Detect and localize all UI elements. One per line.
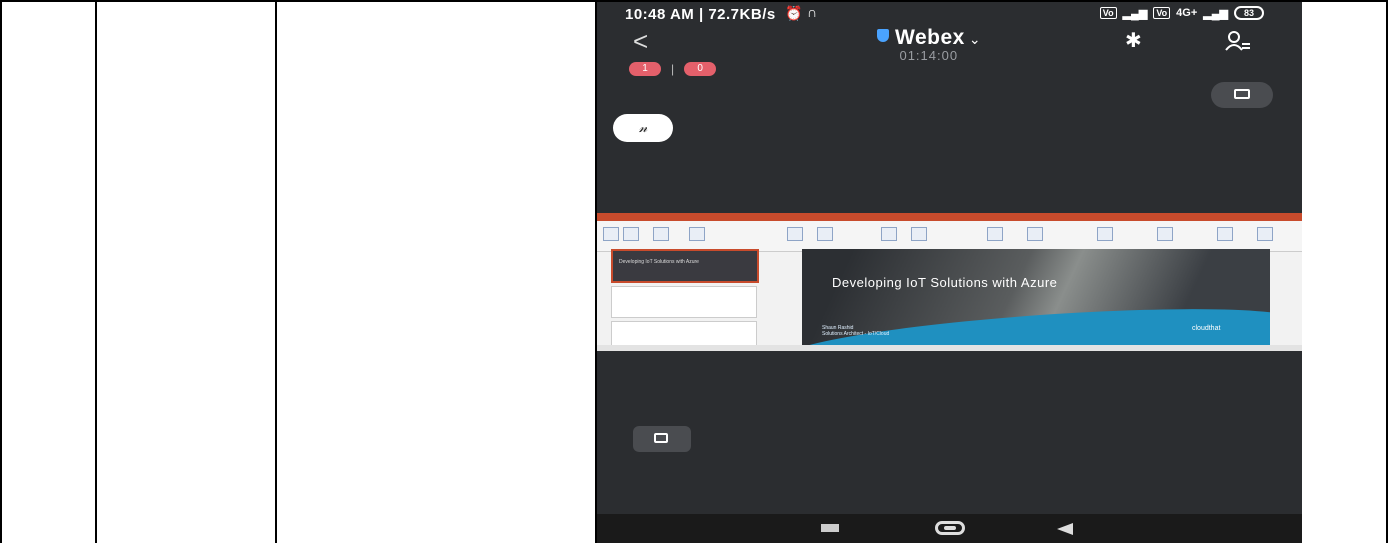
slide-thumb-2[interactable] (611, 286, 757, 318)
slide-thumb-1[interactable]: Developing IoT Solutions with Azure (611, 249, 759, 283)
share-screen-button[interactable] (633, 426, 691, 452)
slide-author: Shaun Rashid Solutions Architect - IoT/Cl… (822, 325, 890, 337)
audio-video-badges: 1 | 0 (629, 62, 717, 76)
status-time: 10:48 AM | 72.7KB/s (625, 6, 776, 23)
signal-icon-1: ▂▄▆ (1122, 7, 1148, 20)
app-title: Webex (895, 26, 965, 49)
status-right: Vo ▂▄▆ Vo 4G+ ▂▄▆ 83 (1099, 6, 1264, 20)
annotate-icon: 𝓃 (638, 120, 648, 136)
video-badge[interactable]: 0 (684, 62, 717, 76)
layout-button[interactable] (1211, 82, 1273, 108)
ppt-titlebar (597, 213, 1302, 221)
shared-screen: Developing IoT Solutions with Azure Deve… (597, 213, 1302, 351)
volte-badge-2: Vo (1153, 7, 1171, 19)
annotate-button[interactable]: 𝓃 (613, 114, 673, 142)
slide-logo: cloudthat (1192, 325, 1221, 332)
headset-icon: ∩ (807, 4, 818, 20)
bluetooth-icon[interactable]: ✱ (1125, 28, 1142, 53)
ppt-ribbon (597, 221, 1302, 252)
home-icon[interactable] (935, 521, 965, 535)
slide-title: Developing IoT Solutions with Azure (832, 275, 1058, 290)
battery-level: 83 (1233, 6, 1264, 20)
table-border-col0 (0, 0, 2, 543)
ppt-status-bar (597, 345, 1302, 351)
badge-separator: | (671, 62, 675, 76)
nav-back-icon[interactable] (1057, 523, 1073, 535)
meeting-timer: 01:14:00 (899, 48, 959, 63)
current-slide: Developing IoT Solutions with Azure Shau… (802, 249, 1270, 345)
participants-icon[interactable] (1225, 30, 1251, 52)
table-border-col2 (275, 0, 277, 543)
android-nav-bar (597, 514, 1302, 543)
signal-icon-2: ▂▄▆ (1203, 7, 1228, 20)
recent-apps-icon[interactable] (821, 524, 839, 532)
status-bar: 10:48 AM | 72.7KB/s ⏰ ∩ Vo ▂▄▆ Vo 4G+ ▂▄… (597, 2, 1302, 28)
meeting-header: < Webex ⌄ 01:14:00 ✱ (597, 26, 1302, 66)
shield-icon (877, 29, 889, 42)
back-icon[interactable]: < (633, 26, 648, 57)
lte-label: 4G+ (1176, 7, 1198, 19)
slide-thumbnails: Developing IoT Solutions with Azure (611, 249, 759, 351)
share-screen-icon (654, 433, 668, 443)
mute-badge[interactable]: 1 (629, 62, 661, 76)
table-border-col1 (95, 0, 97, 543)
phone-screenshot: 10:48 AM | 72.7KB/s ⏰ ∩ Vo ▂▄▆ Vo 4G+ ▂▄… (597, 2, 1302, 543)
chevron-down-icon: ⌄ (968, 31, 981, 47)
meeting-title-block[interactable]: Webex ⌄ 01:14:00 (877, 26, 981, 63)
alarm-icon: ⏰ (785, 5, 803, 21)
volte-badge-1: Vo (1099, 7, 1117, 19)
layout-icon (1234, 89, 1250, 99)
